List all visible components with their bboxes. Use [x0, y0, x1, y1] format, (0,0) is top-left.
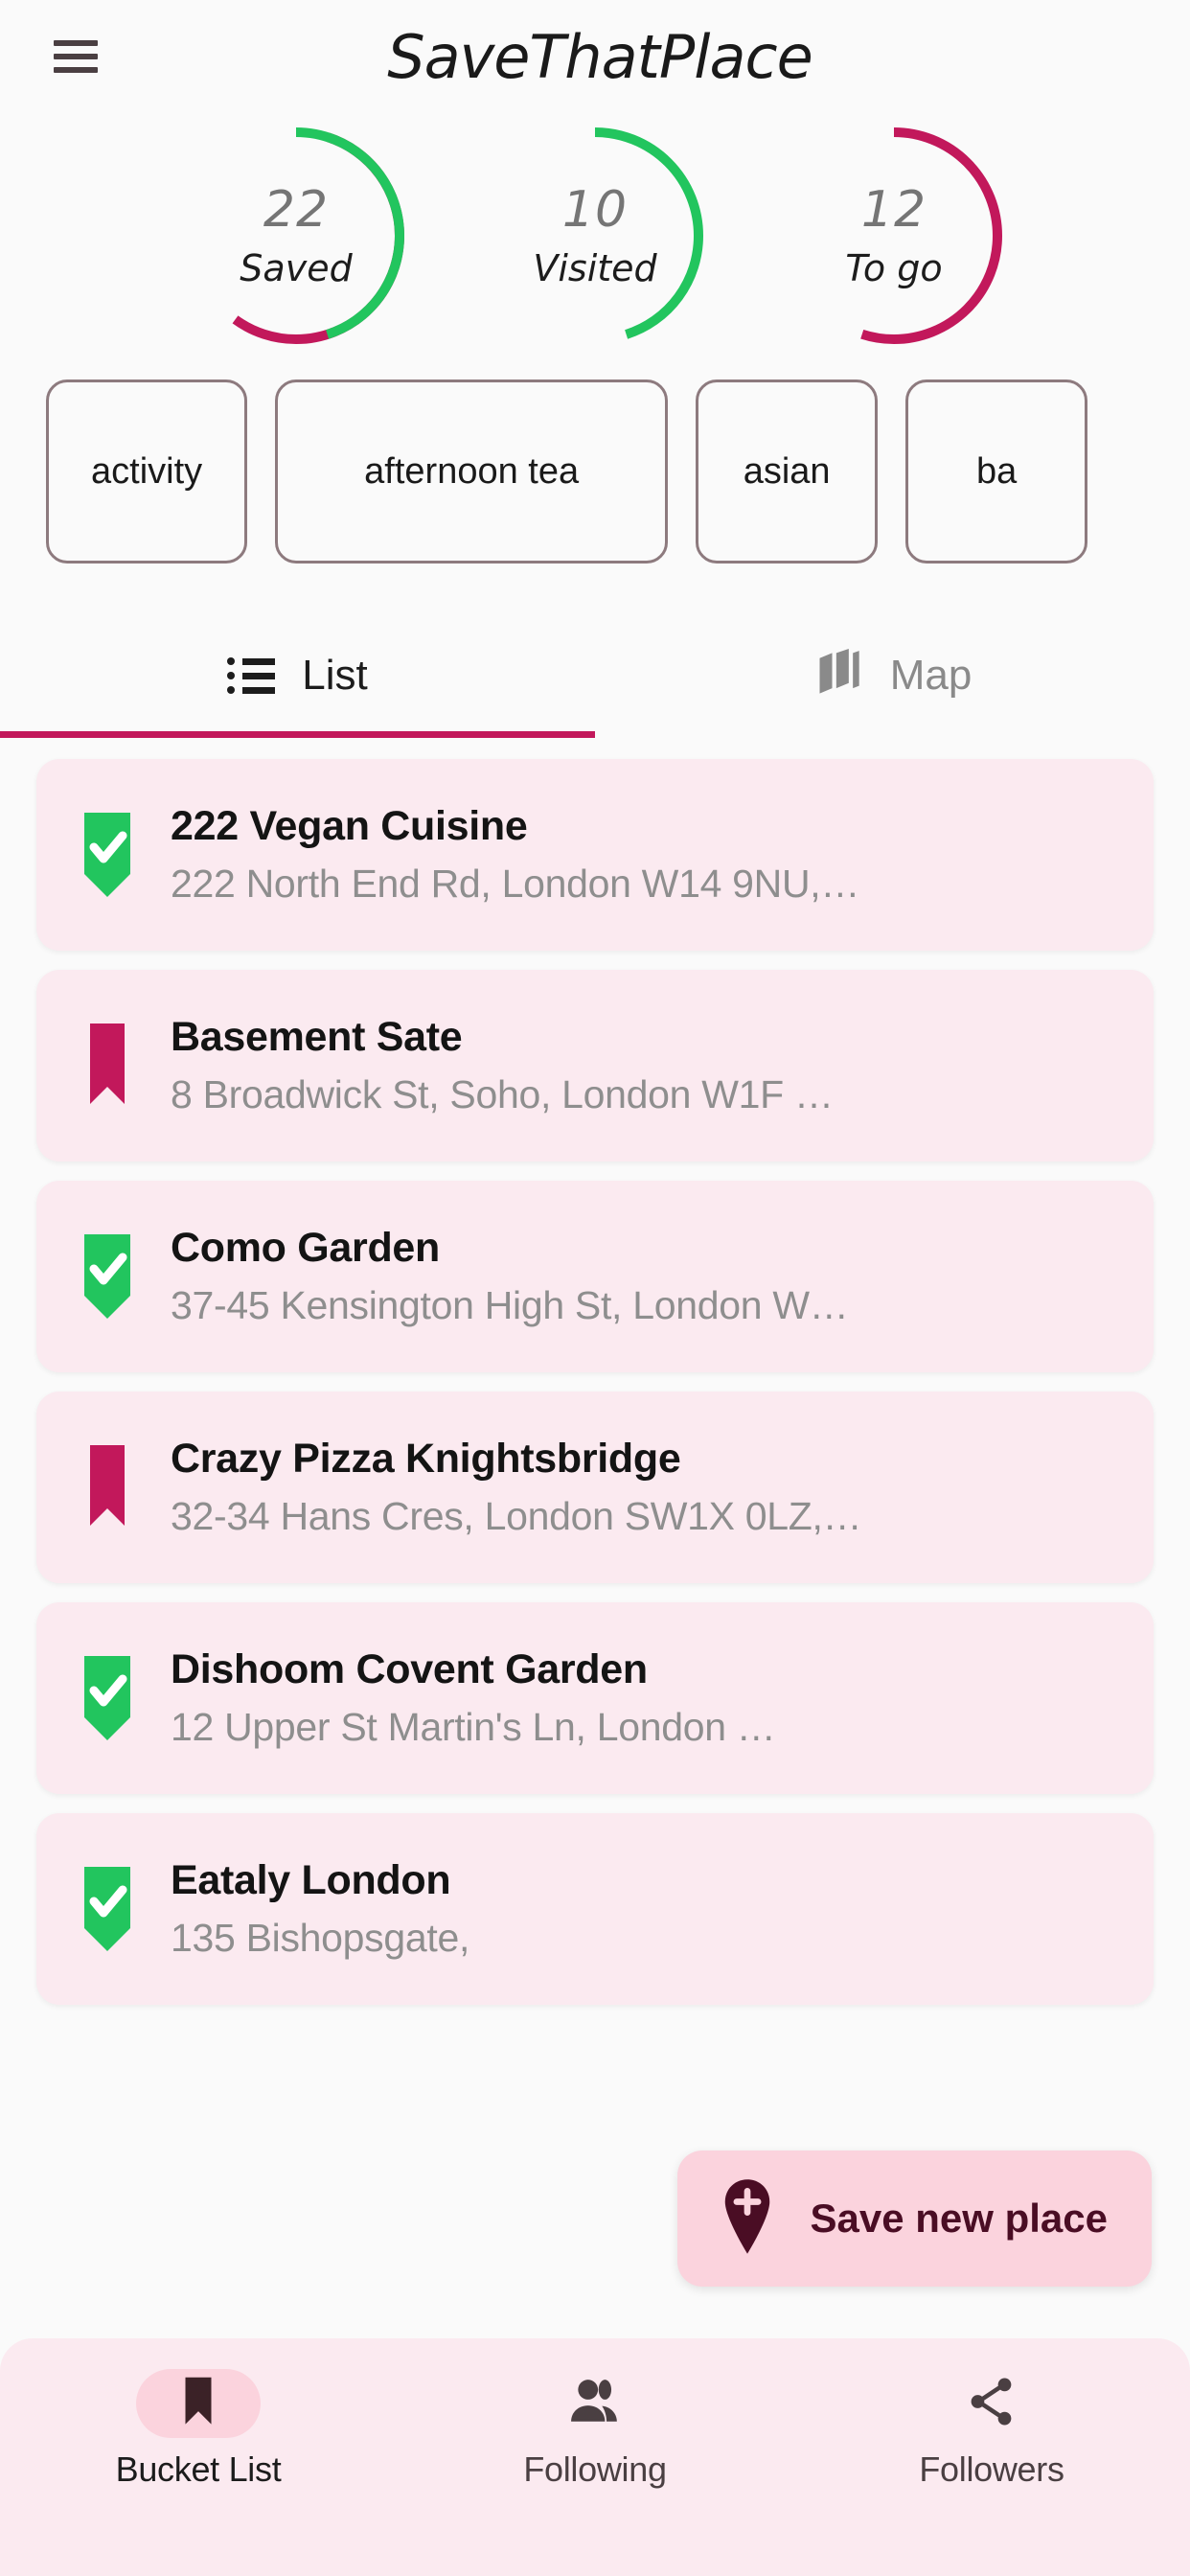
stat-ring-visited: 10 Visited — [475, 116, 715, 356]
place-address: 12 Upper St Martin's Ln, London … — [171, 1705, 776, 1749]
hamburger-bar — [54, 67, 98, 73]
place-name: Dishoom Covent Garden — [171, 1646, 648, 1692]
nav-item-following[interactable]: Following — [397, 2369, 793, 2490]
place-list-item[interactable]: Crazy Pizza Knightsbridge 32-34 Hans Cre… — [36, 1392, 1154, 1583]
visited-marker-icon — [77, 809, 138, 901]
place-text: Como Garden 37-45 Kensington High St, Lo… — [171, 1225, 848, 1328]
place-list-item[interactable]: Como Garden 37-45 Kensington High St, Lo… — [36, 1181, 1154, 1372]
place-list-item[interactable]: Dishoom Covent Garden 12 Upper St Martin… — [36, 1602, 1154, 1794]
place-address: 135 Bishopsgate, — [171, 1916, 470, 1960]
place-list[interactable]: 222 Vegan Cuisine 222 North End Rd, Lond… — [0, 738, 1190, 2022]
filter-chip-activity[interactable]: activity — [46, 380, 248, 564]
place-text: Dishoom Covent Garden 12 Upper St Martin… — [171, 1646, 776, 1750]
visited-marker-icon — [77, 1230, 138, 1322]
stat-label: Visited — [533, 247, 657, 289]
place-name: Eataly London — [171, 1857, 451, 1903]
visited-marker-icon — [77, 1652, 138, 1744]
hamburger-bar — [54, 54, 98, 59]
tab-list[interactable]: List — [0, 613, 595, 738]
stat-ring-togo-content: 12 To go — [845, 185, 942, 287]
app-root: SaveThatPlace 22 Saved 10 Visited 12 To … — [0, 0, 1190, 2576]
nav-label-following: Following — [523, 2450, 667, 2489]
bookmark-marker-icon — [77, 1020, 138, 1112]
place-text: Eataly London 135 Bishopsgate, — [171, 1857, 469, 1961]
nav-item-followers[interactable]: Followers — [793, 2369, 1190, 2490]
bookmark-icon — [178, 2376, 218, 2432]
nav-item-bucket-list[interactable]: Bucket List — [0, 2369, 397, 2490]
place-address: 32-34 Hans Cres, London SW1X 0LZ,… — [171, 1494, 862, 1538]
save-new-place-label: Save new place — [810, 2196, 1108, 2241]
app-title: SaveThatPlace — [387, 21, 813, 92]
stat-ring-togo: 12 To go — [774, 116, 1014, 356]
place-text: Crazy Pizza Knightsbridge 32-34 Hans Cre… — [171, 1436, 861, 1539]
place-name: Basement Sate — [171, 1014, 463, 1060]
people-icon — [569, 2377, 621, 2431]
stat-count: 12 — [860, 181, 927, 239]
tab-list-label: List — [302, 652, 368, 699]
place-address: 37-45 Kensington High St, London W… — [171, 1283, 849, 1327]
filter-chip-ba[interactable]: ba — [905, 380, 1088, 564]
bottom-navigation: Bucket List Following Followers — [0, 2338, 1190, 2576]
stat-label: Saved — [240, 247, 353, 289]
stat-count: 22 — [263, 181, 330, 239]
tab-map[interactable]: Map — [595, 613, 1190, 738]
hamburger-menu-icon[interactable] — [54, 40, 98, 73]
place-text: 222 Vegan Cuisine 222 North End Rd, Lond… — [171, 803, 859, 907]
nav-label-followers: Followers — [919, 2450, 1064, 2489]
visited-marker-icon — [77, 1863, 138, 1955]
tab-map-label: Map — [889, 652, 973, 699]
map-icon — [813, 647, 863, 705]
stat-ring-saved-content: 22 Saved — [240, 185, 352, 287]
nav-icon-pill — [929, 2369, 1054, 2438]
nav-icon-pill — [533, 2369, 657, 2438]
filter-chip-row[interactable]: activity afternoon tea asian ba — [0, 353, 1190, 573]
app-header: SaveThatPlace — [0, 0, 1190, 113]
place-name: Como Garden — [171, 1225, 441, 1271]
view-tabs: List Map — [0, 613, 1190, 738]
place-list-item[interactable]: 222 Vegan Cuisine 222 North End Rd, Lond… — [36, 759, 1154, 951]
bookmark-marker-icon — [77, 1441, 138, 1533]
nav-icon-pill — [136, 2369, 261, 2438]
filter-chip-afternoon-tea[interactable]: afternoon tea — [275, 380, 669, 564]
map-pin-plus-icon — [718, 2178, 777, 2259]
place-address: 222 North End Rd, London W14 9NU,… — [171, 862, 860, 906]
share-icon — [967, 2376, 1017, 2432]
place-address: 8 Broadwick St, Soho, London W1F … — [171, 1072, 834, 1116]
place-list-item[interactable]: Eataly London 135 Bishopsgate, — [36, 1813, 1154, 2005]
filter-chip-asian[interactable]: asian — [696, 380, 879, 564]
place-list-item[interactable]: Basement Sate 8 Broadwick St, Soho, Lond… — [36, 970, 1154, 1162]
stat-ring-visited-content: 10 Visited — [533, 185, 656, 287]
tab-active-underline — [0, 731, 595, 738]
place-name: 222 Vegan Cuisine — [171, 803, 528, 849]
hamburger-bar — [54, 40, 98, 46]
stat-label: To go — [845, 247, 943, 289]
place-text: Basement Sate 8 Broadwick St, Soho, Lond… — [171, 1014, 834, 1117]
stat-ring-saved: 22 Saved — [176, 116, 416, 356]
save-new-place-button[interactable]: Save new place — [677, 2150, 1152, 2287]
list-icon — [227, 657, 275, 694]
place-name: Crazy Pizza Knightsbridge — [171, 1436, 681, 1482]
stat-count: 10 — [561, 181, 629, 239]
nav-label-bucket-list: Bucket List — [115, 2450, 282, 2489]
stats-row: 22 Saved 10 Visited 12 To go — [0, 113, 1190, 353]
